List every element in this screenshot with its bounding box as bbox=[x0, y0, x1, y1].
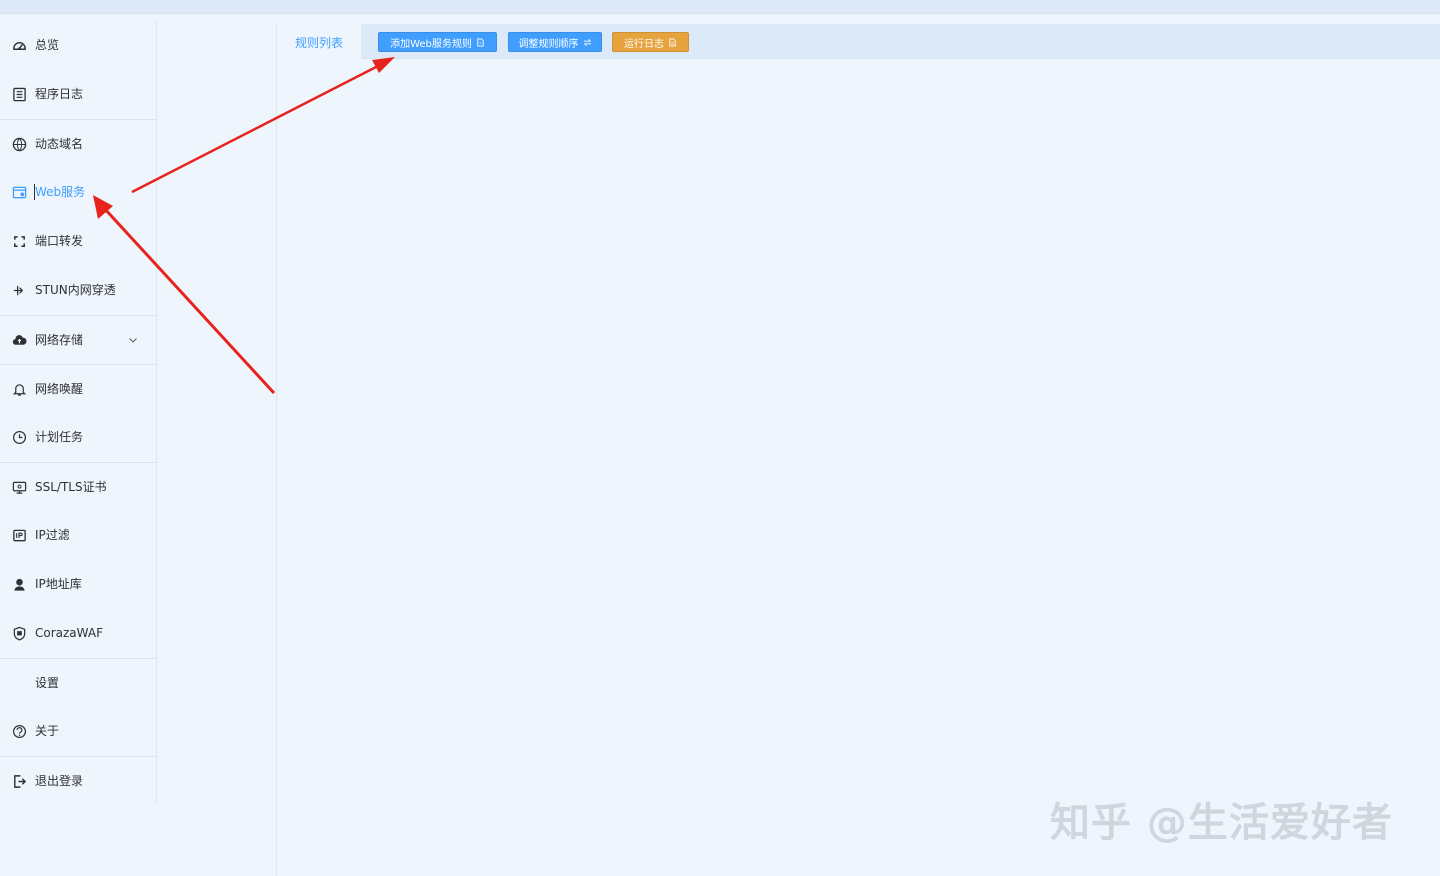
sidebar-item-label: SSL/TLS证书 bbox=[35, 480, 107, 494]
button-label: 调整规则顺序 bbox=[518, 38, 579, 50]
sidebar-item-network-storage[interactable]: 网络存储 bbox=[0, 315, 156, 364]
sidebar-item-program-log[interactable]: 程序日志 bbox=[0, 70, 156, 119]
sidebar-item-label: 设置 bbox=[35, 676, 60, 690]
run-log-button[interactable]: 运行日志 bbox=[612, 32, 689, 52]
sidebar-item-wake-on-lan[interactable]: 网络唤醒 bbox=[0, 364, 156, 413]
sidebar-item-scheduled-tasks[interactable]: 计划任务 bbox=[0, 413, 156, 462]
dashboard-icon bbox=[11, 37, 28, 54]
sort-icon bbox=[583, 38, 591, 46]
sidebar-item-label: Web服务 bbox=[35, 185, 86, 199]
cloud-icon bbox=[11, 332, 28, 349]
sidebar-item-coraza-waf[interactable]: CorazaWAF bbox=[0, 609, 156, 658]
sidebar-item-label: 关于 bbox=[35, 724, 60, 738]
about-icon bbox=[11, 723, 28, 740]
ip-database-icon bbox=[11, 576, 28, 593]
tab-bar: 规则列表 添加Web服务规则 调整规则顺序 运行日志 bbox=[277, 24, 1440, 60]
document-icon bbox=[669, 37, 676, 47]
web-service-icon bbox=[11, 184, 28, 201]
watermark: 知乎 @生活爱好者 bbox=[1050, 800, 1393, 846]
sidebar-item-stun[interactable]: STUN内网穿透 bbox=[0, 266, 156, 315]
sidebar-item-label: 程序日志 bbox=[35, 87, 84, 101]
sidebar-item-label: 退出登录 bbox=[35, 774, 84, 788]
reorder-rules-button[interactable]: 调整规则顺序 bbox=[508, 32, 602, 52]
sidebar-item-label: STUN内网穿透 bbox=[35, 283, 116, 297]
sidebar-item-label: 网络存储 bbox=[35, 333, 84, 347]
dns-icon bbox=[11, 136, 28, 153]
sidebar-item-web-service[interactable]: Web服务 bbox=[0, 168, 156, 217]
tab-label: 规则列表 bbox=[294, 35, 343, 50]
ip-filter-icon bbox=[11, 527, 28, 544]
logout-icon bbox=[11, 773, 28, 790]
sidebar-item-label: 网络唤醒 bbox=[35, 382, 84, 396]
sidebar-item-port-forward[interactable]: 端口转发 bbox=[0, 217, 156, 266]
clock-icon bbox=[11, 429, 28, 446]
sidebar-item-ip-filter[interactable]: IP过滤 bbox=[0, 511, 156, 560]
stun-icon bbox=[11, 282, 28, 299]
sidebar-item-settings[interactable]: 设置 bbox=[0, 658, 156, 707]
sidebar-item-label: 计划任务 bbox=[35, 430, 84, 444]
sidebar-item-logout[interactable]: 退出登录 bbox=[0, 756, 156, 805]
sidebar-item-overview[interactable]: 总览 bbox=[0, 21, 156, 70]
sidebar-item-label: 总览 bbox=[35, 38, 60, 52]
chevron-down-icon[interactable] bbox=[127, 334, 139, 346]
bell-icon bbox=[11, 381, 28, 398]
sidebar-item-ssl-certificate[interactable]: SSL/TLS证书 bbox=[0, 462, 156, 511]
shield-icon bbox=[11, 625, 28, 642]
sidebar-item-ip-database[interactable]: IP地址库 bbox=[0, 560, 156, 609]
top-bar bbox=[0, 0, 1440, 14]
log-icon bbox=[11, 86, 28, 103]
sidebar-item-about[interactable]: 关于 bbox=[0, 707, 156, 756]
certificate-icon bbox=[11, 479, 28, 496]
tab-rule-list[interactable]: 规则列表 bbox=[277, 24, 362, 60]
sidebar: 总览 程序日志 动态域名 Web服务 端口转发 STUN内网穿透 网络存储 网络… bbox=[0, 21, 157, 805]
sidebar-item-label: 动态域名 bbox=[35, 137, 84, 151]
document-icon bbox=[477, 37, 484, 47]
port-forward-icon bbox=[11, 233, 28, 250]
add-web-rule-button[interactable]: 添加Web服务规则 bbox=[378, 32, 497, 52]
sidebar-item-label: IP过滤 bbox=[35, 528, 70, 542]
sidebar-item-label: IP地址库 bbox=[35, 577, 82, 591]
sidebar-item-label: CorazaWAF bbox=[35, 626, 103, 640]
main-content: 规则列表 添加Web服务规则 调整规则顺序 运行日志 bbox=[276, 24, 1440, 876]
button-label: 添加Web服务规则 bbox=[390, 38, 472, 50]
sidebar-item-label: 端口转发 bbox=[35, 234, 84, 248]
sidebar-item-ddns[interactable]: 动态域名 bbox=[0, 119, 156, 168]
button-label: 运行日志 bbox=[624, 38, 664, 50]
